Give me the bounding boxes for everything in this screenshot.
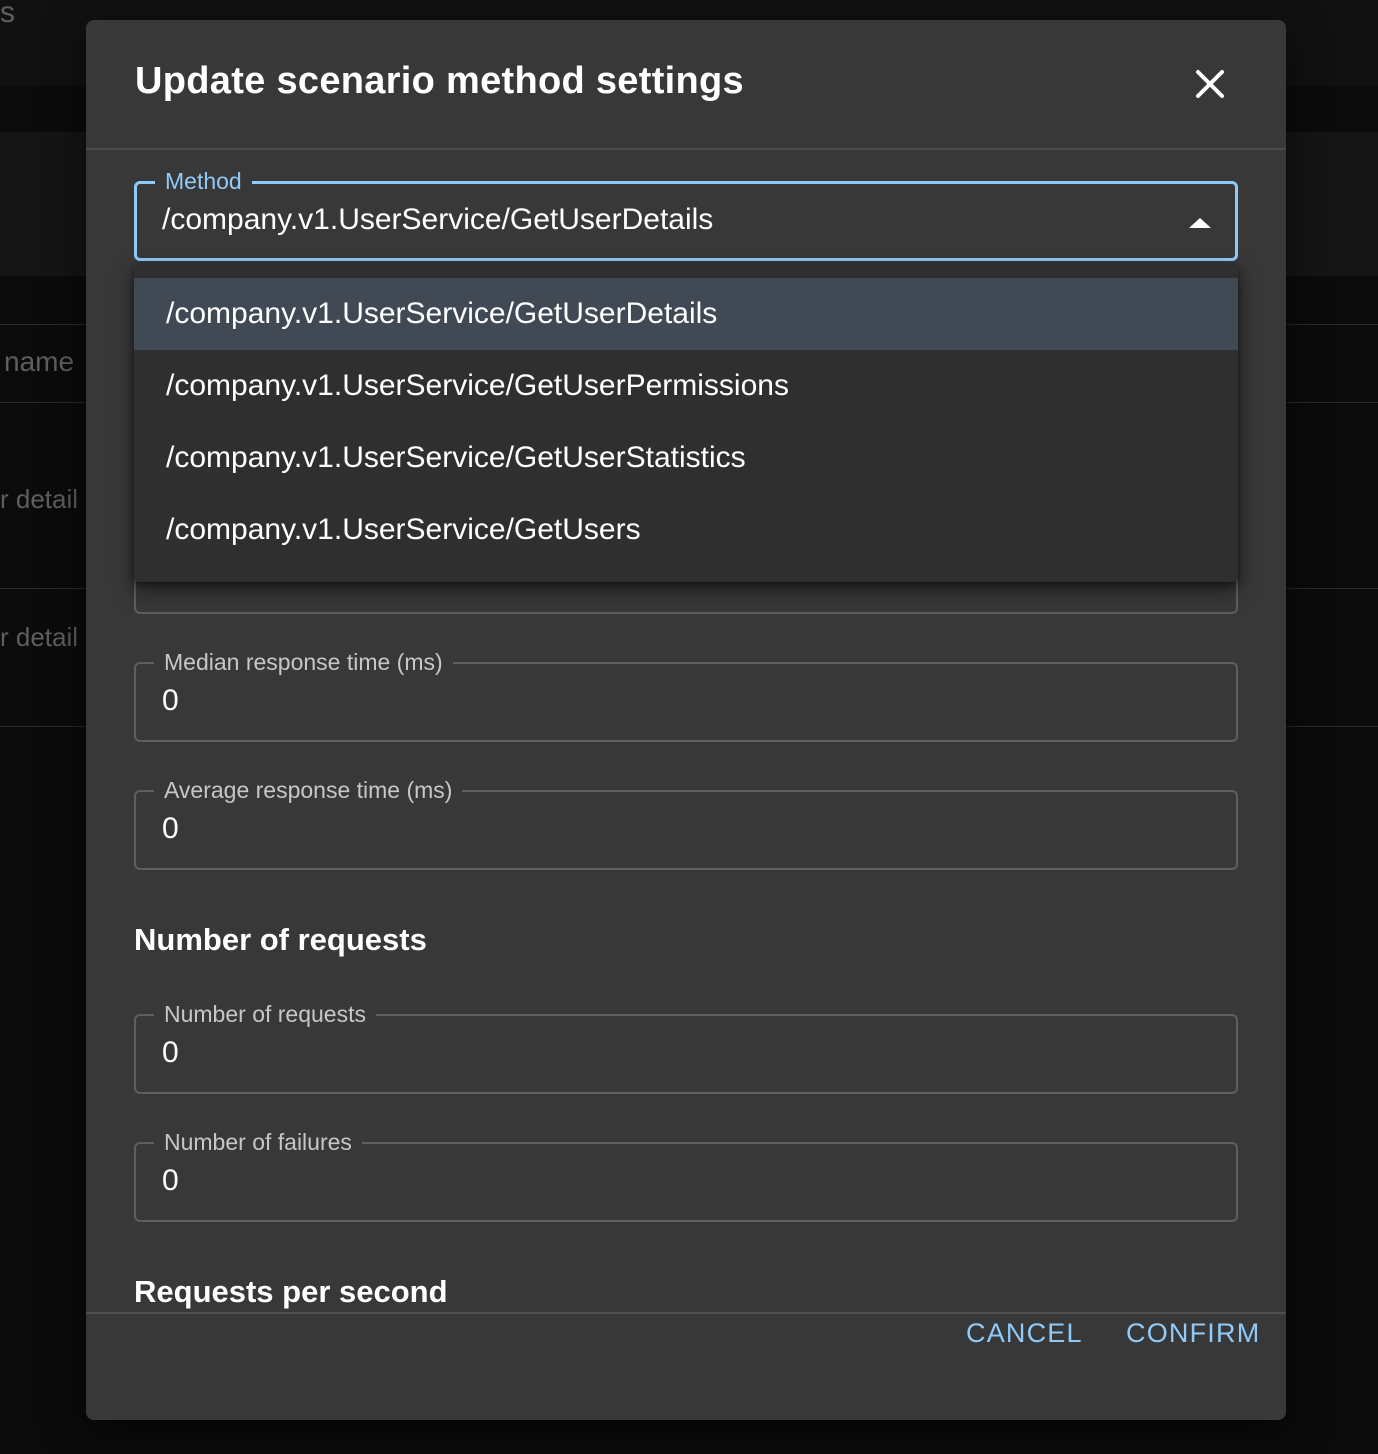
footer-divider: [86, 1312, 1286, 1314]
menu-item-get-user-permissions[interactable]: /company.v1.UserService/GetUserPermissio…: [134, 350, 1238, 422]
settings-dialog: Update scenario method settings Method /…: [86, 20, 1286, 1420]
number-of-requests-field[interactable]: Number of requests 0: [134, 999, 1238, 1094]
method-label: Method: [155, 166, 252, 196]
number-of-failures-label: Number of failures: [154, 1127, 362, 1157]
number-of-requests-label: Number of requests: [154, 999, 376, 1029]
section-requests-per-second: Requests per second: [134, 1274, 448, 1309]
section-number-of-requests: Number of requests: [134, 922, 427, 957]
number-of-failures-field[interactable]: Number of failures 0: [134, 1127, 1238, 1222]
background-column-header: name: [4, 346, 75, 377]
background-row-text: r detail: [0, 622, 79, 652]
method-value: /company.v1.UserService/GetUserDetails: [162, 203, 714, 236]
average-response-time-label: Average response time (ms): [154, 775, 463, 805]
dialog-title: Update scenario method settings: [135, 60, 744, 102]
header-divider: [86, 148, 1286, 150]
cancel-button[interactable]: CANCEL: [966, 1318, 1083, 1349]
average-response-time-value: 0: [162, 812, 179, 845]
method-select[interactable]: Method /company.v1.UserService/GetUserDe…: [134, 166, 1238, 261]
caret-up-icon[interactable]: [1189, 218, 1211, 228]
close-button[interactable]: [1190, 64, 1230, 104]
confirm-button[interactable]: CONFIRM: [1126, 1318, 1260, 1349]
median-response-time-label: Median response time (ms): [154, 647, 453, 677]
background-row-text: r detail: [0, 484, 79, 514]
average-response-time-field[interactable]: Average response time (ms) 0: [134, 775, 1238, 870]
menu-item-get-users[interactable]: /company.v1.UserService/GetUsers: [134, 494, 1238, 566]
menu-item-get-user-details[interactable]: /company.v1.UserService/GetUserDetails: [134, 278, 1238, 350]
median-response-time-field[interactable]: Median response time (ms) 0: [134, 647, 1238, 742]
median-response-time-value: 0: [162, 684, 179, 717]
close-icon: [1196, 70, 1224, 98]
menu-item-get-user-statistics[interactable]: /company.v1.UserService/GetUserStatistic…: [134, 422, 1238, 494]
background-header-text: s: [0, 0, 15, 29]
method-dropdown-menu: /company.v1.UserService/GetUserDetails /…: [134, 264, 1238, 582]
number-of-requests-value: 0: [162, 1036, 179, 1069]
number-of-failures-value: 0: [162, 1164, 179, 1197]
